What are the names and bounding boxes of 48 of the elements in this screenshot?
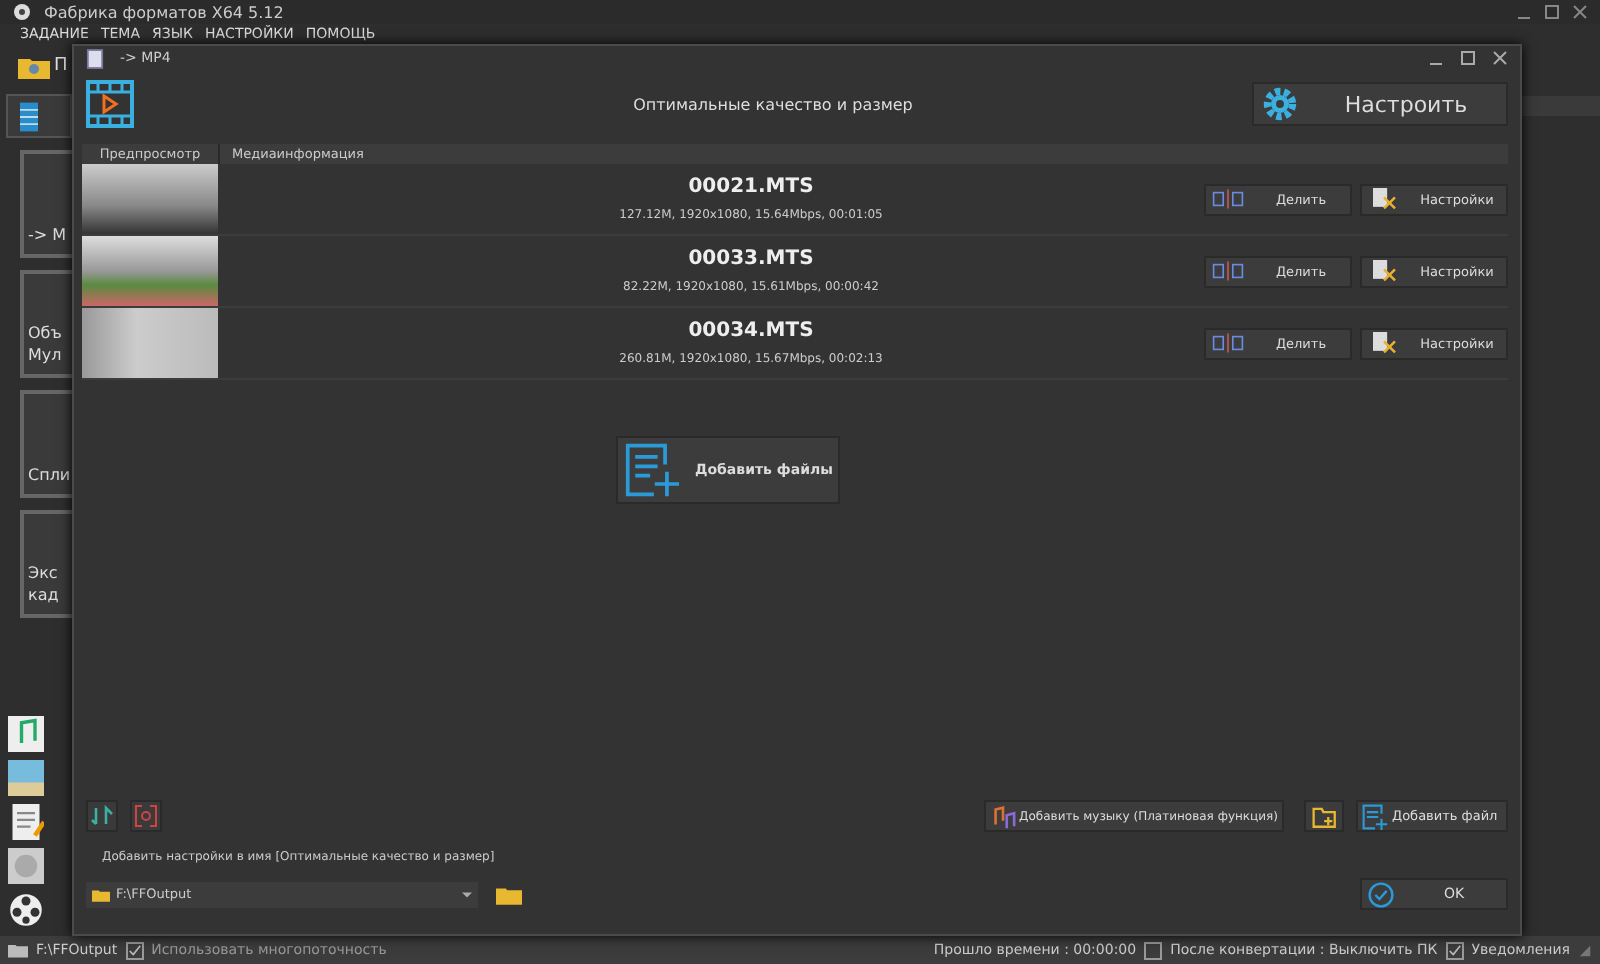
photo-placeholder	[82, 308, 218, 378]
split-icon	[1212, 260, 1244, 282]
maximize-icon[interactable]	[1544, 4, 1560, 20]
scissors-icon	[1368, 260, 1400, 282]
checkbox[interactable]	[1445, 941, 1464, 959]
film-reel-icon[interactable]	[8, 892, 44, 928]
photo-placeholder	[82, 164, 218, 234]
app-icon	[86, 47, 104, 69]
file-name: 00033.MTS	[688, 248, 814, 270]
task-tile[interactable]: Спли	[20, 390, 72, 498]
audio-tool-button[interactable]	[86, 800, 118, 832]
split-icon	[1212, 188, 1244, 210]
task-tile[interactable]: -> M	[20, 150, 72, 258]
scissors-icon	[1368, 188, 1400, 210]
add-folder-button[interactable]	[1304, 800, 1344, 832]
subtitle-tool-button[interactable]	[130, 800, 162, 832]
folder-plus-icon	[1311, 803, 1337, 829]
caret-icon	[462, 891, 472, 897]
scissors-icon	[1368, 332, 1400, 354]
gear-icon	[1262, 86, 1298, 122]
checkbox[interactable]	[125, 941, 144, 959]
task-tile[interactable]: Объ Мул	[20, 270, 72, 378]
close-icon[interactable]	[1572, 4, 1588, 20]
folder-icon[interactable]	[8, 942, 28, 958]
file-name: 00034.MTS	[688, 320, 814, 342]
checkbox[interactable]	[1144, 941, 1163, 959]
add-file-icon	[623, 442, 679, 498]
folder-icon[interactable]	[18, 53, 50, 79]
toolbar-label[interactable]: П	[54, 56, 68, 76]
photo-placeholder	[82, 236, 218, 306]
folder-icon	[92, 887, 110, 901]
document-icon[interactable]	[8, 804, 44, 840]
task-tile[interactable]: Экс кад	[20, 510, 72, 618]
music-notes-icon	[989, 803, 1016, 829]
video-tab[interactable]	[6, 94, 72, 138]
configure-button[interactable]: Настроить	[1252, 82, 1508, 126]
maximize-icon[interactable]	[1460, 50, 1476, 66]
file-name: 00021.MTS	[688, 176, 814, 198]
split-icon	[1212, 332, 1244, 354]
window-title: Фабрика форматов X64 5.12	[44, 3, 284, 21]
app-logo-icon	[12, 2, 32, 22]
film-icon	[20, 101, 38, 131]
video-icon	[86, 80, 134, 128]
add-file-icon	[1362, 803, 1388, 829]
resize-grip-icon[interactable]	[1578, 943, 1592, 957]
checkmark-icon	[1368, 881, 1394, 907]
close-icon[interactable]	[1492, 50, 1508, 66]
profile-title: Оптимальные качество и размер	[631, 95, 915, 113]
